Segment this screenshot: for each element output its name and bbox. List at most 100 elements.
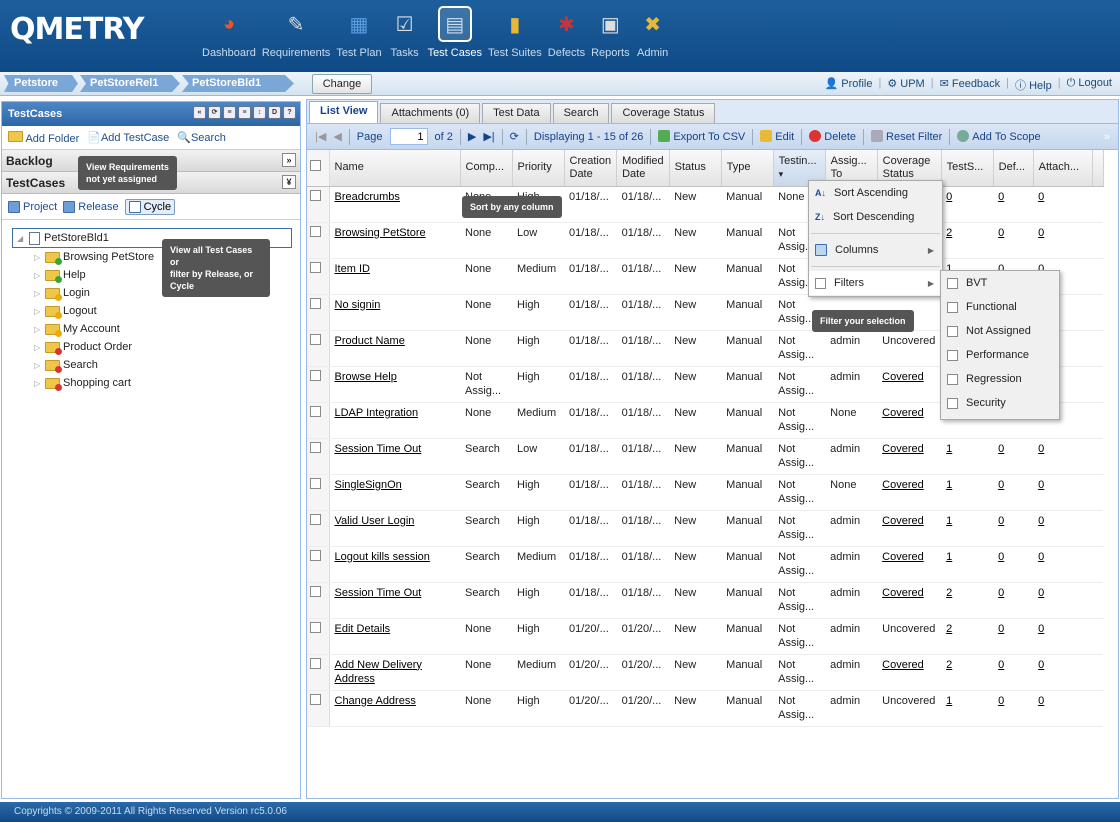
- cell-value[interactable]: Valid User Login: [335, 515, 415, 527]
- table-cell[interactable]: 1: [941, 510, 994, 547]
- sort-descending-item[interactable]: Z↓ Sort Descending: [809, 205, 942, 229]
- row-select-cell[interactable]: [307, 618, 330, 655]
- table-cell[interactable]: 2: [941, 582, 994, 619]
- nav-test-plan[interactable]: ▦ Test Plan: [336, 6, 381, 60]
- cell-value[interactable]: Covered: [882, 479, 924, 491]
- column-header[interactable]: Creation Date: [564, 150, 618, 187]
- row-checkbox[interactable]: [310, 621, 321, 633]
- row-select-cell[interactable]: [307, 222, 330, 259]
- table-cell[interactable]: 0: [993, 582, 1034, 619]
- column-header[interactable]: Def...: [993, 150, 1034, 187]
- row-select-cell[interactable]: [307, 438, 330, 475]
- cell-value[interactable]: 2: [946, 587, 952, 599]
- filter-option-checkbox[interactable]: [947, 373, 958, 385]
- cycle-filter-button[interactable]: Cycle: [124, 198, 176, 215]
- cell-value[interactable]: 0: [998, 587, 1004, 599]
- refresh-icon[interactable]: ⟳: [510, 130, 519, 143]
- row-checkbox[interactable]: [310, 441, 321, 453]
- row-checkbox[interactable]: [310, 693, 321, 705]
- row-select-cell[interactable]: [307, 366, 330, 403]
- cell-value[interactable]: 1: [946, 479, 952, 491]
- cell-value[interactable]: 0: [1038, 191, 1044, 203]
- table-cell[interactable]: Covered: [877, 402, 942, 439]
- table-row[interactable]: SingleSignOn Search High 01/18/... 01/18/...…: [307, 474, 1104, 511]
- table-cell[interactable]: Covered: [877, 366, 942, 403]
- nav-tasks[interactable]: ☑ Tasks: [388, 6, 422, 60]
- cell-value[interactable]: 0: [998, 443, 1004, 455]
- row-checkbox[interactable]: [310, 585, 321, 597]
- tab-attachments[interactable]: Attachments (0): [380, 103, 481, 123]
- cell-value[interactable]: Covered: [882, 407, 924, 419]
- cell-value[interactable]: 0: [998, 227, 1004, 239]
- table-cell[interactable]: Uncovered: [877, 618, 942, 655]
- table-cell[interactable]: 1: [941, 546, 994, 583]
- upm-link[interactable]: ⚙ UPM: [887, 77, 924, 93]
- table-cell[interactable]: Uncovered: [877, 330, 942, 367]
- table-cell[interactable]: Browsing PetStore: [329, 222, 460, 259]
- sort-ascending-item[interactable]: A↓ Sort Ascending: [809, 181, 942, 205]
- table-cell[interactable]: 1: [941, 438, 994, 475]
- last-page-icon[interactable]: ▶|: [483, 130, 494, 143]
- cell-value[interactable]: Logout kills session: [335, 551, 430, 563]
- nav-test-cases[interactable]: ▤ Test Cases: [428, 6, 482, 59]
- select-all-checkbox[interactable]: [310, 160, 321, 172]
- table-cell[interactable]: No signin: [329, 294, 460, 331]
- cell-value[interactable]: LDAP Integration: [335, 407, 419, 419]
- table-cell[interactable]: 0: [993, 510, 1034, 547]
- next-page-icon[interactable]: ▶: [468, 130, 476, 143]
- table-cell[interactable]: 0: [1033, 510, 1093, 547]
- table-cell[interactable]: Session Time Out: [329, 438, 460, 475]
- table-cell[interactable]: 0: [941, 186, 994, 223]
- cell-value[interactable]: Covered: [882, 443, 924, 455]
- table-cell[interactable]: 0: [993, 546, 1034, 583]
- cell-value[interactable]: Edit Details: [335, 623, 391, 635]
- cell-value[interactable]: 0: [1038, 587, 1044, 599]
- release-filter-button[interactable]: Release: [63, 200, 119, 213]
- filters-checkbox[interactable]: [815, 277, 826, 289]
- filter-option-checkbox[interactable]: [947, 349, 958, 361]
- cell-value[interactable]: 0: [998, 551, 1004, 563]
- nav-test-suites[interactable]: ▮ Test Suites: [488, 6, 542, 60]
- table-cell[interactable]: Covered: [877, 582, 942, 619]
- row-checkbox[interactable]: [310, 549, 321, 561]
- table-cell[interactable]: 0: [993, 222, 1034, 259]
- tab-list-view[interactable]: List View: [309, 101, 379, 123]
- row-select-cell[interactable]: [307, 402, 330, 439]
- cell-value[interactable]: Item ID: [335, 263, 370, 275]
- table-cell[interactable]: 0: [1033, 582, 1093, 619]
- table-row[interactable]: BreadcrumbsNoneHigh01/18/...01/18/...New…: [307, 186, 1104, 223]
- row-checkbox[interactable]: [310, 261, 321, 273]
- table-cell[interactable]: 1: [941, 690, 994, 727]
- table-cell[interactable]: Covered: [877, 438, 942, 475]
- cell-value[interactable]: 0: [998, 695, 1004, 707]
- export-csv-button[interactable]: Export To CSV: [658, 130, 745, 143]
- cell-value[interactable]: Product Name: [335, 335, 405, 347]
- cell-value[interactable]: 1: [946, 695, 952, 707]
- row-checkbox[interactable]: [310, 657, 321, 669]
- breadcrumb-release[interactable]: PetStoreRel1: [80, 75, 180, 92]
- tree-node[interactable]: ▷ Shopping cart: [12, 374, 300, 392]
- expand-icon[interactable]: »: [282, 153, 296, 167]
- cell-value[interactable]: Change Address: [335, 695, 416, 707]
- row-checkbox[interactable]: [310, 333, 321, 345]
- table-row[interactable]: Edit Details None High 01/20/... 01/20/... Ne…: [307, 618, 1104, 655]
- cell-value[interactable]: Covered: [882, 587, 924, 599]
- table-cell[interactable]: Logout kills session: [329, 546, 460, 583]
- cell-value[interactable]: Breadcrumbs: [335, 191, 400, 203]
- add-folder-button[interactable]: Add Folder: [8, 130, 79, 145]
- cell-value[interactable]: Covered: [882, 371, 924, 383]
- cell-value[interactable]: 2: [946, 227, 952, 239]
- table-cell[interactable]: 0: [993, 690, 1034, 727]
- table-cell[interactable]: Covered: [877, 546, 942, 583]
- table-cell[interactable]: Covered: [877, 510, 942, 547]
- table-cell[interactable]: SingleSignOn: [329, 474, 460, 511]
- table-cell[interactable]: Session Time Out: [329, 582, 460, 619]
- column-menu-trigger-icon[interactable]: ▾: [779, 169, 784, 179]
- row-select-cell[interactable]: [307, 546, 330, 583]
- table-cell[interactable]: Covered: [877, 474, 942, 511]
- table-cell[interactable]: Breadcrumbs: [329, 186, 460, 223]
- row-select-cell[interactable]: [307, 582, 330, 619]
- cell-value[interactable]: 0: [1038, 515, 1044, 527]
- row-checkbox[interactable]: [310, 369, 321, 381]
- filter-option-checkbox[interactable]: [947, 277, 958, 289]
